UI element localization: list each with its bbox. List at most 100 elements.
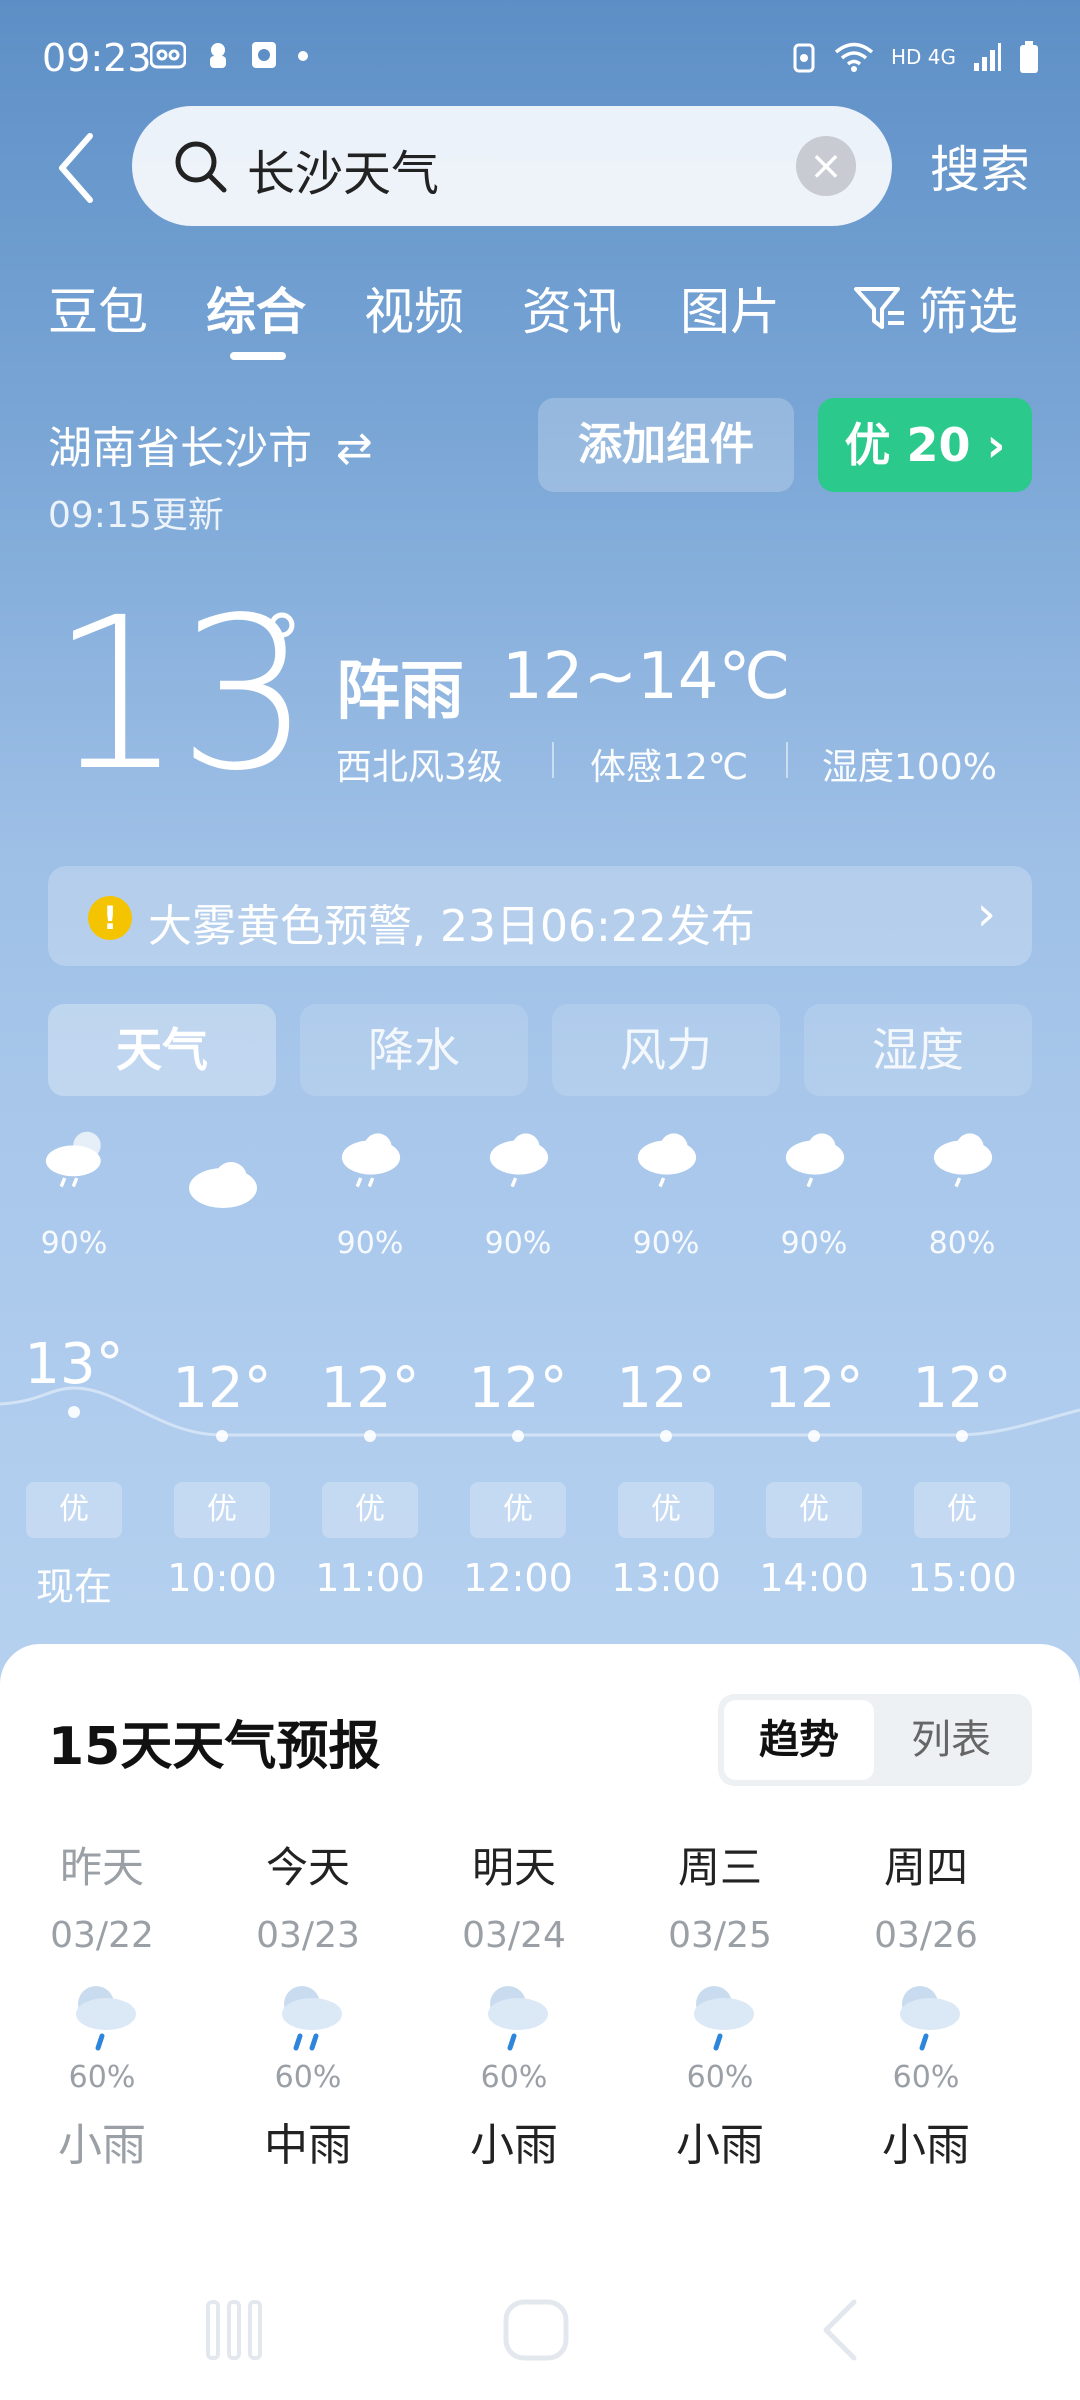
aqi-chip: 优 <box>26 1482 122 1538</box>
home-icon <box>503 2299 569 2361</box>
signal-icon <box>974 43 1001 71</box>
tab-comprehensive[interactable]: 综合 <box>206 272 306 344</box>
subtab-wind[interactable]: 风力 <box>552 1004 780 1096</box>
tab-images[interactable]: 图片 <box>680 272 780 344</box>
toggle-list[interactable]: 列表 <box>876 1700 1026 1780</box>
tab-video[interactable]: 视频 <box>364 272 464 344</box>
voicemail-icon <box>150 41 186 69</box>
wind-info: 西北风3级 <box>336 747 503 788</box>
forecast-day[interactable]: 明天 03/24 60% 小雨 <box>424 1834 604 2173</box>
day-date: 03/24 <box>462 1915 566 1956</box>
hour-temperature: 12° <box>764 1356 864 1421</box>
hour-label: 11:00 <box>315 1556 425 1600</box>
search-icon <box>175 141 227 193</box>
forecast-day[interactable]: 今天 03/23 60% 中雨 <box>218 1834 398 2173</box>
recent-apps-button[interactable] <box>194 2290 274 2370</box>
day-name: 周四 <box>883 1843 968 1892</box>
add-widget-button[interactable]: 添加组件 <box>538 398 794 492</box>
tab-doubao[interactable]: 豆包 <box>48 272 148 344</box>
moderate-rain-icon <box>282 1986 342 2051</box>
weather-alert-banner[interactable]: ! 大雾黄色预警, 23日06:22发布 › <box>48 866 1032 966</box>
precipitation-probability: 90% <box>780 1226 848 1261</box>
hour-temperature: 12° <box>616 1356 716 1421</box>
hour-label: 15:00 <box>907 1556 1017 1600</box>
hour-temperature: 12° <box>912 1356 1012 1421</box>
forecast-title: 15天天气预报 <box>48 1717 381 1777</box>
back-icon <box>823 2299 857 2361</box>
search-input[interactable]: 长沙天气 × <box>132 106 892 226</box>
hourly-item[interactable]: 90% 12° 优 13:00 <box>592 1130 740 1610</box>
day-date: 03/22 <box>50 1915 154 1956</box>
rain-cloud-icon <box>637 1133 697 1188</box>
hourly-item[interactable]: 80% 12° 优 15:00 <box>888 1130 1036 1610</box>
hour-label: 现在 <box>35 1565 112 1609</box>
hourly-item[interactable]: 90% 13° 优 现在 <box>0 1130 148 1610</box>
day-condition: 小雨 <box>58 2120 146 2171</box>
app-icon-2 <box>252 42 276 68</box>
light-rain-icon <box>488 1986 548 2051</box>
search-query: 长沙天气 <box>247 146 440 202</box>
day-date: 03/23 <box>256 1915 360 1956</box>
filter-icon <box>854 287 904 329</box>
divider <box>552 742 554 778</box>
app-icon <box>210 43 226 68</box>
forecast-day[interactable]: 周三 03/25 60% 小雨 <box>630 1834 810 2173</box>
hour-label: 10:00 <box>167 1556 277 1600</box>
back-button[interactable] <box>50 128 110 208</box>
temperature-point <box>216 1430 228 1442</box>
precipitation-probability: 90% <box>336 1226 404 1261</box>
day-date: 03/26 <box>874 1915 978 1956</box>
hour-label: 13:00 <box>611 1556 721 1600</box>
day-name: 昨天 <box>59 1843 144 1892</box>
location-selector[interactable]: 湖南省长沙市 ⇄ <box>48 412 373 476</box>
day-precip: 60% <box>274 2060 342 2095</box>
light-rain-icon <box>694 1986 754 2051</box>
forecast-day[interactable]: 昨天 03/22 60% 小雨 <box>12 1834 192 2173</box>
status-right-icons: HD 4G <box>791 40 1040 74</box>
subtab-precipitation[interactable]: 降水 <box>300 1004 528 1096</box>
toggle-trend[interactable]: 趋势 <box>724 1700 874 1780</box>
light-rain-icon <box>900 1986 960 2051</box>
temperature-point <box>512 1430 524 1442</box>
subtab-weather[interactable]: 天气 <box>48 1004 276 1096</box>
precipitation-probability: 90% <box>484 1226 552 1261</box>
temperature-point <box>68 1406 80 1418</box>
home-button[interactable] <box>496 2290 576 2370</box>
temperature-point <box>660 1430 672 1442</box>
chevron-left-icon <box>59 133 93 203</box>
notification-dot-icon <box>298 51 308 61</box>
precipitation-probability: 80% <box>928 1226 996 1261</box>
temperature-range: 12~14℃ <box>502 640 791 714</box>
aqi-chip: 优 <box>470 1482 566 1538</box>
hourly-item[interactable]: 90% 12° 优 14:00 <box>740 1130 888 1610</box>
tab-news[interactable]: 资讯 <box>522 272 622 344</box>
aqi-chip: 优 <box>914 1482 1010 1538</box>
hourly-item[interactable]: 12° 优 10:00 <box>148 1130 296 1610</box>
aqi-badge[interactable]: 优 20 › <box>818 398 1032 492</box>
battery-saver-icon <box>793 43 815 73</box>
day-precip: 60% <box>686 2060 754 2095</box>
back-nav-button[interactable] <box>800 2290 880 2370</box>
hour-label: 12:00 <box>463 1556 573 1600</box>
view-toggle: 趋势 列表 <box>718 1694 1032 1786</box>
day-name: 今天 <box>265 1843 350 1892</box>
temperature-point <box>808 1430 820 1442</box>
cloud-icon <box>189 1162 257 1208</box>
humidity: 湿度100% <box>822 747 997 788</box>
hourly-item[interactable]: 90% 12° 优 11:00 <box>296 1130 444 1610</box>
light-rain-icon <box>76 1986 136 2051</box>
day-condition: 中雨 <box>264 2120 352 2171</box>
clear-search-button[interactable]: × <box>796 136 856 196</box>
day-date: 03/25 <box>668 1915 772 1956</box>
subtab-humidity[interactable]: 湿度 <box>804 1004 1032 1096</box>
forecast-day[interactable]: 周四 03/26 60% 小雨 <box>836 1834 1016 2173</box>
hour-temperature: 13° <box>24 1332 124 1397</box>
aqi-chip: 优 <box>766 1482 862 1538</box>
active-tab-indicator <box>230 352 286 360</box>
rain-cloud-icon <box>933 1133 993 1188</box>
filter-button[interactable]: 筛选 <box>852 272 1018 344</box>
search-button[interactable]: 搜索 <box>930 130 1030 202</box>
hourly-item[interactable]: 90% 12° 优 12:00 <box>444 1130 592 1610</box>
aqi-chip: 优 <box>618 1482 714 1538</box>
rain-cloud-icon <box>45 1131 101 1188</box>
